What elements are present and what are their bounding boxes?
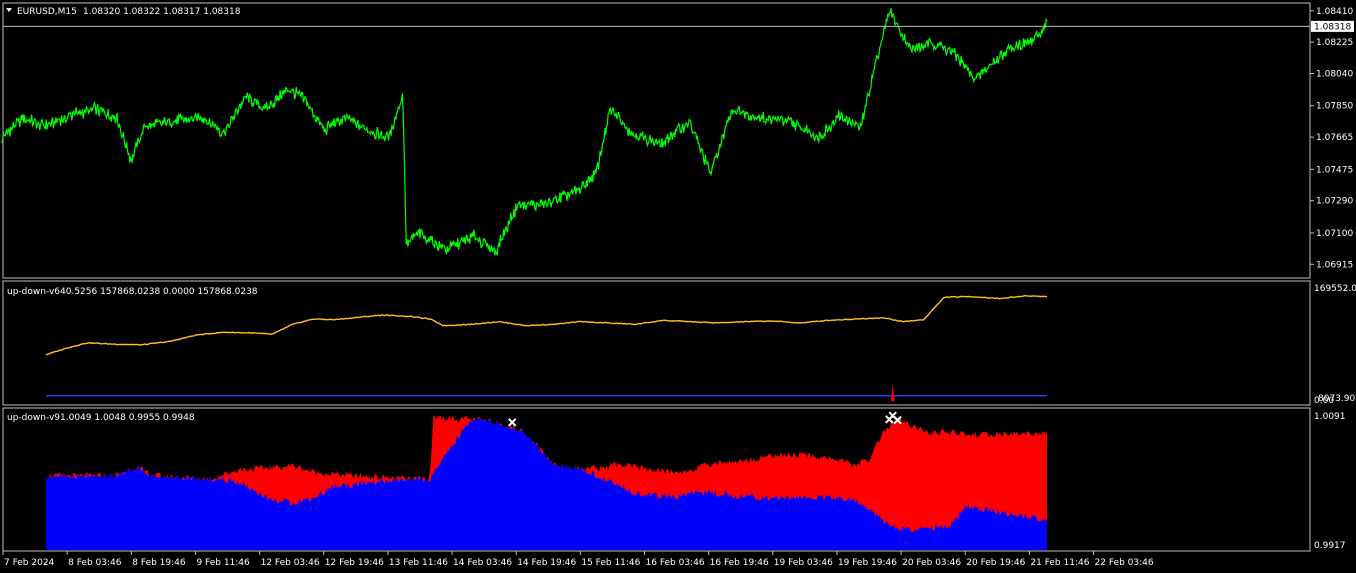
indicator1-pane-frame	[2, 280, 1311, 406]
price-tick-label: 1.08410	[1316, 7, 1353, 17]
up-down-v9-plot	[46, 411, 1047, 550]
ind2-tick-top: 1.0091	[1314, 412, 1346, 422]
price-tick-label: 1.06915	[1316, 260, 1353, 270]
ind1-name: up-down-v6	[7, 287, 60, 297]
price-axis: 1.08410 1.08225 1.08040 1.07850 1.07665 1.074…	[1310, 7, 1353, 270]
time-tick-label: 14 Feb 03:46	[453, 558, 512, 568]
ind1-tick-top: 169552.08	[1314, 284, 1356, 294]
time-tick-label: 8 Feb 19:46	[132, 558, 186, 568]
time-tick-label: 16 Feb 19:46	[710, 558, 769, 568]
time-axis: 7 Feb 2024 8 Feb 03:46 8 Feb 19:46 9 Feb 11…	[2, 551, 1154, 568]
time-tick-label: 15 Feb 11:46	[581, 558, 640, 568]
price-tick-label: 1.07850	[1316, 102, 1353, 112]
ind1-tick-zero: 0.00	[1314, 396, 1334, 406]
time-tick-label: 16 Feb 03:46	[646, 558, 705, 568]
time-tick-label: 20 Feb 19:46	[966, 558, 1025, 568]
price-line	[1, 8, 1048, 257]
time-tick-label: 9 Feb 11:46	[196, 558, 250, 568]
time-tick-label: 20 Feb 03:46	[902, 558, 961, 568]
price-tick-label: 1.07290	[1316, 197, 1353, 207]
up-down-v6-plot	[45, 294, 1048, 401]
price-tick-label: 1.07100	[1316, 229, 1353, 239]
ind2-tick-bottom: 0.9917	[1314, 541, 1346, 551]
time-tick-label: 19 Feb 03:46	[774, 558, 833, 568]
time-tick-label: 22 Feb 03:46	[1095, 558, 1154, 568]
price-tick-label: 1.07475	[1316, 165, 1353, 175]
time-tick-label: 8 Feb 03:46	[68, 558, 122, 568]
ind2-values: 1.0049 1.0048 0.9955 0.9948	[60, 413, 195, 423]
signal-x-marker	[885, 415, 894, 424]
current-price-label: 1.08318	[1314, 22, 1351, 32]
time-tick-label: 12 Feb 19:46	[325, 558, 384, 568]
ohlc-values: 1.08320 1.08322 1.08317 1.08318	[83, 7, 241, 17]
up-down-v6-line	[45, 294, 1048, 356]
chart-canvas[interactable]: 1.08410 1.08225 1.08040 1.07850 1.07665 1.074…	[0, 0, 1356, 573]
price-tick-label: 1.08225	[1316, 38, 1353, 48]
time-tick-label: 7 Feb 2024	[4, 558, 55, 568]
signal-x-marker	[508, 418, 517, 427]
time-tick-label: 14 Feb 19:46	[517, 558, 576, 568]
price-tick-label: 1.08040	[1316, 70, 1353, 80]
time-tick-label: 21 Feb 11:46	[1030, 558, 1089, 568]
time-tick-label: 13 Feb 11:46	[389, 558, 448, 568]
ind2-name: up-down-v9	[7, 413, 60, 423]
time-tick-label: 19 Feb 19:46	[838, 558, 897, 568]
up-down-v6-spike	[890, 384, 895, 401]
price-tick-label: 1.07665	[1316, 133, 1353, 143]
ind1-values: 40.5256 157868.0238 0.0000 157868.0238	[60, 287, 258, 297]
time-tick-label: 12 Feb 03:46	[261, 558, 320, 568]
menu-triangle-icon[interactable]	[6, 8, 12, 12]
symbol-label: EURUSD,M15	[17, 7, 77, 17]
price-plot	[1, 8, 1048, 257]
